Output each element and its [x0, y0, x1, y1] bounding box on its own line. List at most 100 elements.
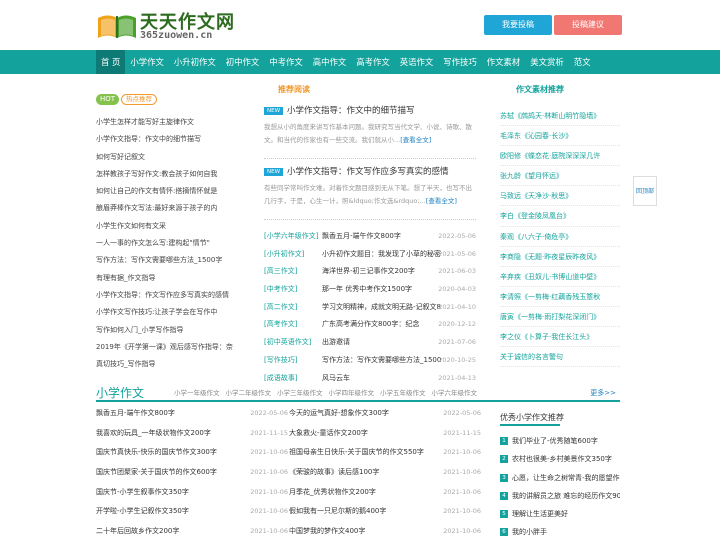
essay-link[interactable]: 国庆节团聚家-关于国庆节的作文600字 [96, 468, 217, 476]
essay-link[interactable]: 月季花_优秀状物作文200字 [289, 488, 376, 496]
submission-advice-button[interactable]: 投稿建议 [554, 15, 622, 35]
essay-link[interactable]: 中国梦我的梦作文400字 [289, 527, 365, 535]
article-title[interactable]: 小学作文指导：作文写作应多写真实的感情 [287, 167, 449, 177]
hot-list-item[interactable]: 小学作文指导：作文写作应多写真实的感情 [96, 287, 258, 304]
article-link[interactable]: 那一年 优秀中考作文1500字 [322, 281, 444, 299]
nav-item[interactable]: 美文赏析 [525, 50, 569, 74]
article-title[interactable]: 小学作文指导：作文中的细节描写 [287, 106, 415, 116]
category-link[interactable]: [高二作文] [264, 299, 297, 317]
category-link[interactable]: [中考作文] [264, 281, 297, 299]
primary-section-title[interactable]: 小学作文 [96, 384, 144, 401]
essay-link[interactable]: 《荣骏的故事》读后感100字 [289, 468, 379, 476]
essay-link[interactable]: 假如我有一只尼尔斯的鹅400字 [289, 507, 386, 515]
nav-item[interactable]: 写作技巧 [438, 50, 482, 74]
hot-list-item[interactable]: 小学作文指导：作文中的细节描写 [96, 131, 258, 148]
material-item[interactable]: 李商隐《无题·昨夜星辰昨夜风》 [500, 247, 620, 267]
article-link[interactable]: 飘香五月-端午作文800字 [322, 228, 444, 246]
material-item[interactable]: 张九龄《望月怀远》 [500, 166, 620, 187]
excellent-title-text[interactable]: 我的讲解员之旅 难忘的经历作文900 [512, 492, 620, 500]
category-link[interactable]: [初中英语作文] [264, 334, 311, 352]
hot-list-item[interactable]: 有理有据_作文指导 [96, 270, 258, 287]
article-link[interactable]: 广东高考满分作文800字：纪念 [322, 316, 444, 334]
essay-link[interactable]: 二十年后回故乡作文200字 [96, 527, 179, 535]
essay-link[interactable]: 祖国母亲生日快乐-关于国庆节的作文550字 [289, 448, 424, 456]
grade-tab[interactable]: 小学三年级作文 [277, 389, 323, 397]
category-link[interactable]: [写作技巧] [264, 352, 297, 370]
category-link[interactable]: [小学六年级作文] [264, 228, 318, 246]
essay-link[interactable]: 今天的运气真好-想象作文300字 [289, 409, 389, 417]
excellent-item[interactable]: 2 农村也很美-乡村美景作文350字 [500, 450, 620, 468]
excellent-title-text[interactable]: 农村也很美-乡村美景作文350字 [512, 455, 612, 463]
material-item[interactable]: 秦观《八六子·倚危亭》 [500, 227, 620, 247]
article-link[interactable]: 海洋世界-初三记事作文200字 [322, 263, 444, 281]
hot-list-item[interactable]: 真切技巧_写作指导 [96, 356, 258, 373]
article-link[interactable]: 小升初作文题目：我发现了小草的秘密 [322, 246, 444, 264]
nav-item[interactable]: 范文 [569, 50, 596, 74]
nav-item[interactable]: 首 页 [96, 50, 126, 74]
material-item[interactable]: 李之仪《卜算子·我住长江头》 [500, 327, 620, 348]
essay-link[interactable]: 开学啦-小学生记叙作文350字 [96, 507, 189, 515]
material-item[interactable]: 辛弃疾《丑奴儿·书博山道中壁》 [500, 267, 620, 287]
article-link[interactable]: 学习文明精神，成就文明无路-记叙文8 [322, 299, 444, 317]
read-more-link[interactable]: [查看全文] [400, 136, 431, 144]
article-headline[interactable]: NEW 小学作文指导：作文中的细节描写 [264, 104, 476, 118]
material-item[interactable]: 唐寅《一剪梅·雨打梨花深闭门》 [500, 307, 620, 328]
essay-link[interactable]: 我喜欢的玩具_一年级状物作文200字 [96, 429, 211, 437]
hot-list-item[interactable]: 小学生作文如何有文采 [96, 218, 258, 235]
more-link[interactable]: 更多>> [590, 388, 616, 398]
hot-list-item[interactable]: 小学作文写作技巧:让孩子学会在写作中 [96, 304, 258, 321]
article-headline[interactable]: NEW 小学作文指导：作文写作应多写真实的感情 [264, 165, 476, 179]
grade-tab[interactable]: 小学二年级作文 [226, 389, 272, 397]
material-item[interactable]: 李白《登金陵凤凰台》 [500, 206, 620, 227]
excellent-item[interactable]: 6 我的小胖手 [500, 523, 620, 541]
nav-item[interactable]: 小升初作文 [169, 50, 221, 74]
material-item[interactable]: 关于诚信的名言警句 [500, 347, 620, 368]
excellent-title-text[interactable]: 理解让生活更美好 [512, 510, 568, 518]
grade-tab[interactable]: 小学五年级作文 [380, 389, 426, 397]
essay-link[interactable]: 国庆节-小学生叙事作文350字 [96, 488, 189, 496]
hot-list-item[interactable]: 如何让自己的作文有情怀:搭摘情怀就是 [96, 183, 258, 200]
nav-item[interactable]: 中考作文 [264, 50, 308, 74]
nav-item[interactable]: 初中作文 [221, 50, 265, 74]
grade-tab[interactable]: 小学四年级作文 [329, 389, 375, 397]
nav-item[interactable]: 作文素材 [482, 50, 526, 74]
back-to-top-button[interactable]: 回顶部 [633, 176, 657, 206]
article-link[interactable]: 出游邀请 [322, 334, 444, 352]
excellent-title-text[interactable]: 我们毕业了-优秀随笔600字 [512, 437, 598, 445]
category-link[interactable]: [高三作文] [264, 263, 297, 281]
nav-item[interactable]: 高中作文 [308, 50, 352, 74]
nav-item[interactable]: 高考作文 [351, 50, 395, 74]
hot-list-item[interactable]: 一人一事的作文怎么写:建构起"情节" [96, 235, 258, 252]
submit-article-button[interactable]: 我要投稿 [484, 15, 552, 35]
nav-item[interactable]: 英语作文 [395, 50, 439, 74]
category-link[interactable]: [小升初作文] [264, 246, 304, 264]
material-item[interactable]: 马致远《天净沙·秋思》 [500, 186, 620, 207]
essay-link[interactable]: 大象救火-童话作文200字 [289, 429, 368, 437]
article-link[interactable]: 写作方法：写作文需要哪些方法_1500 [322, 352, 444, 370]
excellent-item[interactable]: 4 我的讲解员之旅 难忘的经历作文900 [500, 487, 620, 505]
hot-list-item[interactable]: 写作如何入门_小学写作指导 [96, 322, 258, 339]
material-item[interactable]: 李清照《一剪梅·红藕香残玉簟秋 [500, 287, 620, 307]
excellent-title-text[interactable]: 我的小胖手 [512, 528, 547, 536]
hot-list-item[interactable]: 2019年《开学第一课》观后感写作指导：奈 [96, 339, 258, 356]
excellent-item[interactable]: 3 心愿，让生命之树常青-我的愿望作 [500, 469, 620, 487]
read-more-link[interactable]: [查看全文] [426, 197, 457, 205]
nav-item[interactable]: 小学作文 [125, 50, 169, 74]
material-item[interactable]: 毛泽东《沁园春·长沙》 [500, 126, 620, 147]
grade-tab[interactable]: 小学一年级作文 [174, 389, 220, 397]
material-item[interactable]: 欧阳修《蝶恋花·庭院深深深几许 [500, 146, 620, 167]
excellent-item[interactable]: 1 我们毕业了-优秀随笔600字 [500, 432, 620, 450]
hot-list-item[interactable]: 如何写好记叙文 [96, 149, 258, 166]
essay-link[interactable]: 飘香五月-端午作文800字 [96, 409, 175, 417]
site-logo[interactable]: 天天作文网 365zuowen.cn [96, 8, 246, 42]
material-item[interactable]: 苏轼《鹧鸪天·林断山明竹隐墙》 [500, 106, 620, 127]
grade-tab[interactable]: 小学六年级作文 [432, 389, 478, 397]
hot-list-item[interactable]: 写作方法：写作文需要哪些方法_1500字 [96, 252, 258, 269]
category-link[interactable]: [高考作文] [264, 316, 297, 334]
essay-link[interactable]: 国庆节真快乐-快乐的国庆节作文300字 [96, 448, 217, 456]
excellent-item[interactable]: 5 理解让生活更美好 [500, 505, 620, 523]
hot-list-item[interactable]: 酿眉莽棒作文写法:最好来源于孩子的内 [96, 200, 258, 217]
hot-list-item[interactable]: 怎样教孩子写好作文:教会孩子如何自我 [96, 166, 258, 183]
excellent-title-text[interactable]: 心愿，让生命之树常青-我的愿望作 [512, 474, 620, 482]
hot-list-item[interactable]: 小学生怎样才能写好主旋律作文 [96, 114, 258, 131]
